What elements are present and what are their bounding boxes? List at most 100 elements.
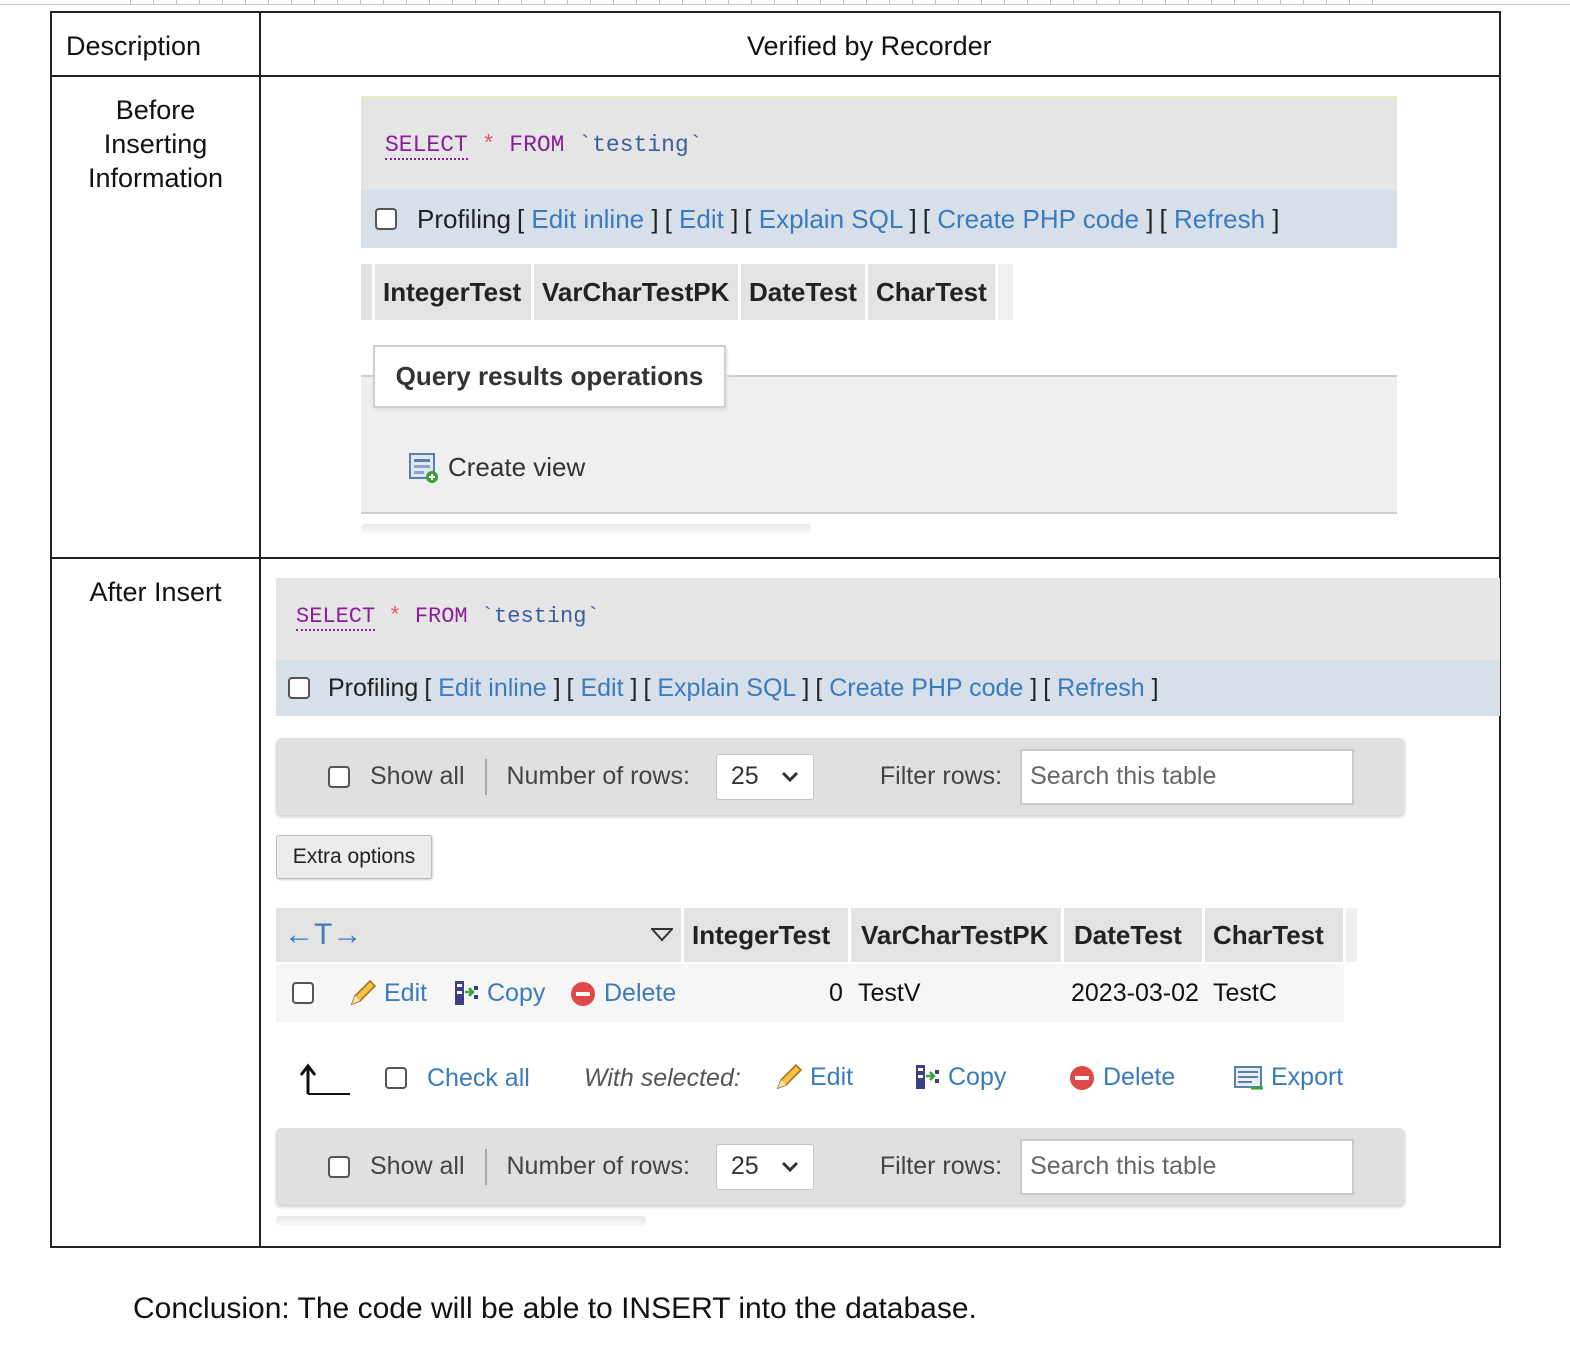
filter-rows-label: Filter rows: [879,1152,1003,1180]
copy-icon [916,1065,939,1089]
column-header-datetest[interactable]: DateTest [1064,908,1205,962]
create-view-link[interactable]: Create view [408,450,585,484]
sql-query: SELECT * FROM `testing` [385,132,703,160]
sql-select-keyword[interactable]: SELECT [296,604,376,631]
row-copy-label: Copy [487,978,546,1007]
column-header-integertest[interactable]: IntegerTest [375,264,534,320]
bulk-copy-label: Copy [948,1062,1007,1091]
extra-options-button[interactable]: Extra options [276,835,432,879]
profiling-checkbox[interactable] [288,677,310,699]
chevron-down-icon [781,1161,798,1172]
column-move-arrows[interactable]: ←T→ [284,918,362,952]
column-header-datetest[interactable]: DateTest [741,264,868,320]
number-of-rows-label: Number of rows: [506,762,690,790]
header-end [1346,908,1360,962]
create-php-code-link[interactable]: Create PHP code [937,204,1139,234]
bulk-export-button[interactable]: Export [1233,1062,1343,1092]
number-of-rows-label: Number of rows: [506,1152,690,1180]
number-of-rows-select[interactable]: 25 [715,1143,814,1190]
bulk-actions-bar: Check all With selected: Edit Copy Delet… [290,1058,1360,1098]
column-divider [259,13,261,1246]
explain-sql-link[interactable]: Explain SQL [759,204,903,234]
bulk-delete-button[interactable]: Delete [1067,1062,1175,1092]
separator [484,758,487,795]
create-php-code-link[interactable]: Create PHP code [829,674,1023,702]
row-divider [52,557,1499,559]
cell-chartest: TestC [1213,978,1277,1007]
delete-icon [571,982,595,1006]
table-row: Edit Copy Delete 0 TestV 2023-03-02 Test… [276,964,1344,1022]
column-header-varchartestpk[interactable]: VarCharTestPK [534,264,741,320]
result-header-row: IntegerTest VarCharTestPK DateTest CharT… [361,264,1016,320]
sql-from-keyword: FROM [414,604,468,629]
row1-description-line: Information [87,163,224,193]
show-all-label: Show all [370,762,465,790]
sql-star: * [388,604,402,629]
pencil-icon [776,1063,803,1090]
sql-query: SELECT * FROM `testing` [296,604,600,631]
edit-link[interactable]: Edit [679,204,724,234]
row-copy-link[interactable]: Copy [451,978,545,1008]
header-verified: Verified by Recorder [747,31,992,61]
sql-star: * [481,132,496,158]
row-delete-link[interactable]: Delete [568,978,676,1008]
header-end [998,264,1016,320]
sql-table-name: `testing` [480,604,600,629]
row1-description-line: Inserting [103,129,208,159]
row-checkbox[interactable] [292,982,314,1004]
column-header-chartest[interactable]: CharTest [1205,908,1346,962]
row1-description: Before Inserting Information [52,93,259,195]
bulk-export-label: Export [1271,1062,1344,1091]
column-header-chartest[interactable]: CharTest [868,264,998,320]
column-header-integertest[interactable]: IntegerTest [684,908,851,962]
profiling-bar: Profiling [ Edit inline ] [ Edit ] [ Exp… [276,660,1500,716]
query-results-operations-legend: Query results operations [373,345,726,408]
number-of-rows-value: 25 [730,762,759,790]
row2-description: After Insert [89,577,222,607]
profiling-checkbox[interactable] [375,208,397,230]
column-header-varchartestpk[interactable]: VarCharTestPK [851,908,1064,962]
show-all-checkbox[interactable] [328,765,350,788]
search-input[interactable]: Search this table [1020,1138,1355,1195]
document-ruler [0,0,1570,5]
edit-inline-link[interactable]: Edit inline [438,674,546,702]
chevron-down-icon [781,771,798,782]
sort-dropdown-icon[interactable] [651,928,673,942]
profiling-bar: Profiling [ Edit inline ] [ Edit ] [ Exp… [361,190,1397,248]
conclusion-text: Conclusion: The code will be able to INS… [133,1292,977,1325]
check-all-checkbox[interactable] [385,1067,407,1089]
edit-link[interactable]: Edit [580,674,623,702]
sql-select-keyword[interactable]: SELECT [385,132,468,160]
bulk-edit-button[interactable]: Edit [774,1062,853,1092]
ruler-ticks [130,0,1380,4]
profiling-label: Profiling [328,673,419,702]
search-input[interactable]: Search this table [1020,748,1355,805]
panel-shadow [361,524,811,534]
cell-integertest: 0 [829,978,843,1007]
row1-description-line: Before [115,95,196,125]
cell-datetest: 2023-03-02 [1071,978,1199,1007]
number-of-rows-select[interactable]: 25 [715,753,814,800]
bulk-edit-label: Edit [810,1062,854,1091]
check-all-link[interactable]: Check all [427,1064,530,1093]
row-edit-label: Edit [384,978,428,1007]
filter-rows-label: Filter rows: [879,762,1003,790]
arrow-up-left-icon [299,1063,350,1095]
panel-shadow [276,1216,646,1226]
cell-varchartestpk: TestV [858,978,921,1007]
show-all-label: Show all [370,1152,465,1180]
sql-query-box: SELECT * FROM `testing` [361,96,1397,192]
create-view-label: Create view [448,451,586,482]
pencil-icon [350,979,377,1006]
export-icon [1234,1066,1263,1090]
sql-table-name: `testing` [578,132,703,158]
bulk-copy-button[interactable]: Copy [912,1062,1006,1092]
copy-icon [455,981,478,1005]
row-edit-link[interactable]: Edit [348,978,427,1008]
refresh-link[interactable]: Refresh [1057,674,1145,702]
explain-sql-link[interactable]: Explain SQL [657,674,795,702]
show-all-checkbox[interactable] [328,1155,350,1178]
table-navigation-top: Show all Number of rows: 25 Filter rows:… [276,738,1405,815]
edit-inline-link[interactable]: Edit inline [531,204,644,234]
refresh-link[interactable]: Refresh [1174,204,1265,234]
